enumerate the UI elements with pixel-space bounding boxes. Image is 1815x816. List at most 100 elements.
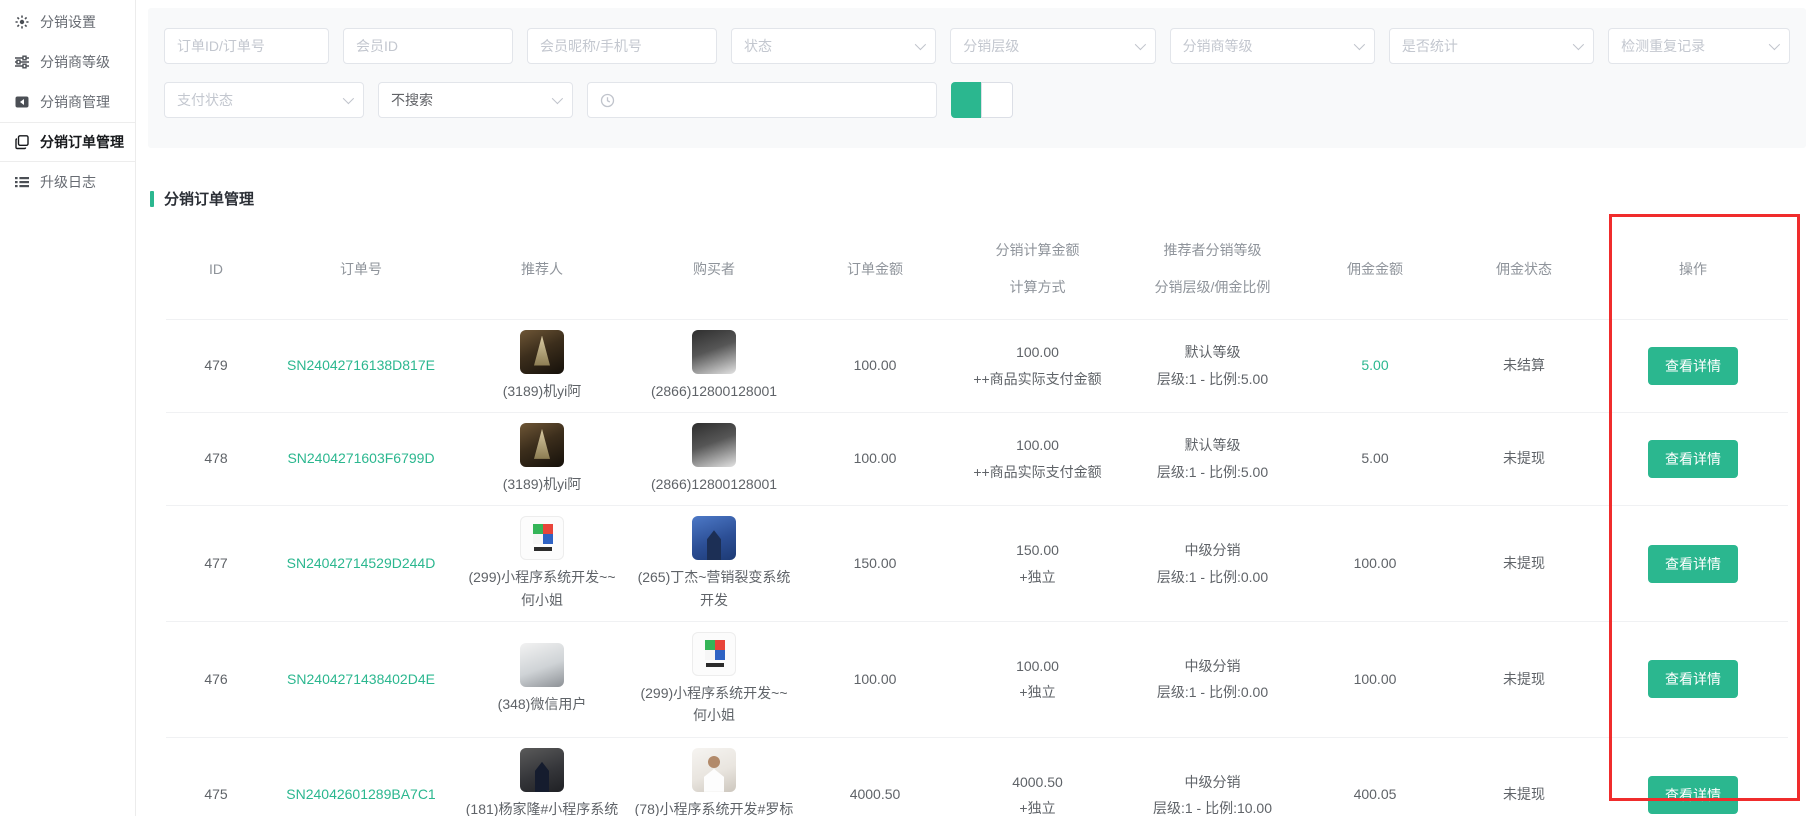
- chevron-down-icon: [915, 39, 926, 50]
- commission-status: 未提现: [1450, 412, 1598, 505]
- sidebar-item-distributors[interactable]: 分销商管理: [0, 82, 135, 122]
- select-value: 不搜索: [391, 90, 433, 110]
- sidebar: 分销设置分销商等级分销商管理分销订单管理升级日志: [0, 0, 136, 816]
- column-header: 订单号: [266, 219, 456, 319]
- person-name: (299)小程序系统开发~~何小姐: [462, 566, 622, 611]
- select-value: 支付状态: [177, 90, 233, 110]
- calc-amount: 100.00: [956, 432, 1119, 459]
- avatar: [692, 748, 736, 792]
- person-name: (78)小程序系统开发#罗标英: [634, 798, 794, 816]
- person-name: (181)杨家隆#小程序系统研发: [462, 798, 622, 816]
- referrer-level: 中级分销层级:1 - 比例:0.00: [1125, 506, 1300, 622]
- table-row: 478SN2404271603F6799D(3189)机yi阿(2866)128…: [166, 412, 1788, 505]
- date-range-picker[interactable]: [587, 82, 937, 118]
- person-cell: (181)杨家隆#小程序系统研发: [456, 737, 628, 816]
- export-button[interactable]: [981, 82, 1013, 118]
- filter-actions: [951, 82, 1013, 118]
- view-detail-button[interactable]: 查看详情: [1648, 440, 1738, 478]
- select-placeholder: 状态: [744, 36, 772, 56]
- order-number-link[interactable]: SN24042714529D244D: [287, 555, 436, 571]
- action-cell: 查看详情: [1598, 737, 1788, 816]
- chevron-down-icon: [1573, 39, 1584, 50]
- person-name: (265)丁杰~营销裂变系统开发: [634, 566, 794, 611]
- person-name: (348)微信用户: [498, 693, 587, 715]
- person-name: (2866)12800128001: [651, 473, 777, 495]
- view-detail-button[interactable]: 查看详情: [1648, 660, 1738, 698]
- calc-method: ++商品实际支付金额: [956, 459, 1119, 486]
- calc-amount-method: 100.00+独立: [950, 622, 1125, 738]
- sidebar-item-settings[interactable]: 分销设置: [0, 2, 135, 42]
- sidebar-item-upgrade-log[interactable]: 升级日志: [0, 162, 135, 202]
- order-amount: 150.00: [800, 506, 950, 622]
- person-name: (299)小程序系统开发~~何小姐: [634, 682, 794, 727]
- avatar: [520, 748, 564, 792]
- calc-amount-method: 150.00+独立: [950, 506, 1125, 622]
- table-body: 479SN24042716138D817E(3189)机yi阿(2866)128…: [166, 319, 1788, 816]
- gear-icon: [14, 14, 30, 30]
- commission-amount: 5.00: [1300, 319, 1450, 412]
- chevron-down-icon: [1354, 39, 1365, 50]
- level-detail: 层级:1 - 比例:0.00: [1131, 564, 1294, 591]
- search-button[interactable]: [951, 82, 981, 118]
- order-id: 478: [166, 412, 266, 505]
- calc-amount: 100.00: [956, 653, 1119, 680]
- order-number-link[interactable]: SN24042716138D817E: [287, 357, 435, 373]
- sidebar-item-label: 分销商管理: [40, 92, 110, 112]
- member-id-input[interactable]: [343, 28, 513, 64]
- order-number-link[interactable]: SN2404271438402D4E: [287, 671, 435, 687]
- sidebar-item-orders[interactable]: 分销订单管理: [0, 122, 135, 162]
- calc-amount: 150.00: [956, 537, 1119, 564]
- order-id-input[interactable]: [164, 28, 329, 64]
- view-detail-button[interactable]: 查看详情: [1648, 545, 1738, 583]
- order-amount: 100.00: [800, 622, 950, 738]
- calc-method: ++商品实际支付金额: [956, 366, 1119, 393]
- column-header: 佣金金额: [1300, 219, 1450, 319]
- order-number-link[interactable]: SN2404271603F6799D: [287, 450, 434, 466]
- commission-amount: 100.00: [1300, 622, 1450, 738]
- play-square-icon: [14, 94, 30, 110]
- order-amount: 4000.50: [800, 737, 950, 816]
- level-select[interactable]: 分销层级: [950, 28, 1155, 64]
- order-amount: 100.00: [800, 412, 950, 505]
- column-header: 佣金状态: [1450, 219, 1598, 319]
- commission-amount: 400.05: [1300, 737, 1450, 816]
- main-content: 状态分销层级分销商等级是否统计检测重复记录 支付状态不搜索 分销订单管理 ID订…: [148, 0, 1806, 816]
- order-number-link[interactable]: SN24042601289BA7C1: [286, 786, 435, 802]
- action-cell: 查看详情: [1598, 622, 1788, 738]
- search-mode-select[interactable]: 不搜索: [378, 82, 573, 118]
- table-row: 475SN24042601289BA7C1(181)杨家隆#小程序系统研发(78…: [166, 737, 1788, 816]
- stat-select[interactable]: 是否统计: [1389, 28, 1594, 64]
- distributor-grade-select[interactable]: 分销商等级: [1170, 28, 1375, 64]
- duplicate-select[interactable]: 检测重复记录: [1608, 28, 1790, 64]
- table-row: 476SN2404271438402D4E(348)微信用户(299)小程序系统…: [166, 622, 1788, 738]
- action-cell: 查看详情: [1598, 506, 1788, 622]
- view-detail-button[interactable]: 查看详情: [1648, 776, 1738, 814]
- status-select[interactable]: 状态: [731, 28, 936, 64]
- order-no-cell: SN2404271438402D4E: [266, 622, 456, 738]
- commission-amount: 5.00: [1300, 412, 1450, 505]
- person-cell: (299)小程序系统开发~~何小姐: [456, 506, 628, 622]
- calc-amount: 4000.50: [956, 769, 1119, 796]
- chevron-down-icon: [343, 93, 354, 104]
- level-detail: 层级:1 - 比例:5.00: [1131, 366, 1294, 393]
- order-no-cell: SN24042714529D244D: [266, 506, 456, 622]
- column-header: 操作: [1598, 219, 1788, 319]
- select-placeholder: 分销商等级: [1183, 36, 1253, 56]
- commission-status: 未提现: [1450, 506, 1598, 622]
- chevron-down-icon: [552, 93, 563, 104]
- view-detail-button[interactable]: 查看详情: [1648, 347, 1738, 385]
- sidebar-item-grades[interactable]: 分销商等级: [0, 42, 135, 82]
- calc-amount-method: 100.00++商品实际支付金额: [950, 412, 1125, 505]
- filter-panel: 状态 分销层级 分销商等级 是否统计检测重复记录 支付状态 不搜索: [148, 8, 1806, 148]
- chevron-down-icon: [1134, 39, 1145, 50]
- table-head: ID订单号推荐人购买者订单金额分销计算金额计算方式推荐者分销等级分销层级/佣金比…: [166, 219, 1788, 319]
- referrer-level: 默认等级层级:1 - 比例:5.00: [1125, 319, 1300, 412]
- calc-amount-method: 4000.50+独立: [950, 737, 1125, 816]
- referrer-level: 中级分销层级:1 - 比例:0.00: [1125, 622, 1300, 738]
- nickname-phone-input[interactable]: [527, 28, 717, 64]
- table-row: 479SN24042716138D817E(3189)机yi阿(2866)128…: [166, 319, 1788, 412]
- pay-status-select[interactable]: 支付状态: [164, 82, 364, 118]
- sliders-icon: [14, 54, 30, 70]
- referrer-level: 中级分销层级:1 - 比例:10.00: [1125, 737, 1300, 816]
- orders-table: ID订单号推荐人购买者订单金额分销计算金额计算方式推荐者分销等级分销层级/佣金比…: [166, 219, 1788, 816]
